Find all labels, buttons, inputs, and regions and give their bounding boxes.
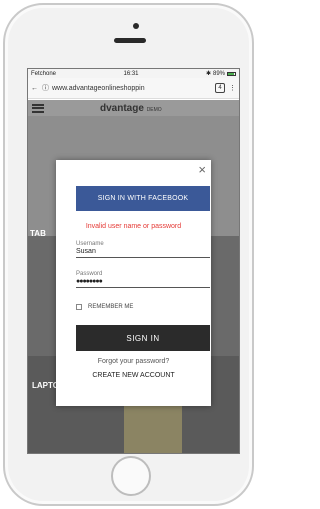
- speaker: [114, 38, 146, 43]
- url-text: www.advantageonlineshoppin: [52, 84, 145, 92]
- battery-percent: 89%: [212, 70, 225, 77]
- remember-me[interactable]: REMEMBER ME: [76, 304, 133, 310]
- remember-label: REMEMBER ME: [88, 304, 134, 310]
- status-bar: Fetchone 16:31 ✱ 89%: [28, 69, 239, 78]
- forgot-password-link[interactable]: Forgot your password?: [56, 358, 211, 365]
- signin-button[interactable]: SIGN IN: [76, 325, 210, 351]
- brand-logo[interactable]: dvantage DEMO: [100, 103, 162, 114]
- phone-frame: Fetchone 16:31 ✱ 89% ← ⓘ www.advantageon…: [3, 3, 254, 506]
- battery-icon: [227, 71, 236, 76]
- remember-checkbox[interactable]: [76, 304, 82, 310]
- home-button[interactable]: [111, 456, 151, 496]
- website-background: dvantage DEMO TAB LAPTOPS × SIGN IN WITH…: [28, 100, 239, 453]
- hamburger-icon[interactable]: [32, 103, 44, 113]
- tab-switcher-button[interactable]: 4: [215, 83, 225, 93]
- address-bar[interactable]: ⓘ www.advantageonlineshoppin: [42, 81, 211, 96]
- error-message: Invalid user name or password: [85, 223, 182, 230]
- screen: Fetchone 16:31 ✱ 89% ← ⓘ www.advantageon…: [27, 68, 240, 454]
- login-dialog: × SIGN IN WITH FACEBOOK Invalid user nam…: [56, 160, 211, 406]
- carrier: Fetchone: [31, 70, 57, 77]
- browser-toolbar: ← ⓘ www.advantageonlineshoppin 4 ⋮: [28, 78, 239, 99]
- mouse-product-image[interactable]: [124, 406, 182, 453]
- info-icon: ⓘ: [42, 85, 49, 92]
- bluetooth-icon: ✱: [205, 71, 211, 77]
- status-right: ✱ 89%: [206, 70, 236, 77]
- close-icon[interactable]: ×: [198, 163, 206, 176]
- menu-icon[interactable]: ⋮: [229, 84, 236, 92]
- username-label: Username: [76, 241, 104, 247]
- facebook-signin-button[interactable]: SIGN IN WITH FACEBOOK: [76, 186, 210, 211]
- clock: 16:31: [123, 70, 139, 77]
- create-account-link[interactable]: CREATE NEW ACCOUNT: [56, 372, 211, 379]
- username-field[interactable]: Susan: [76, 248, 210, 258]
- password-field[interactable]: ●●●●●●●●: [76, 278, 210, 288]
- password-label: Password: [76, 271, 103, 277]
- back-icon[interactable]: ←: [31, 85, 38, 92]
- site-header: dvantage DEMO: [28, 100, 239, 116]
- camera: [133, 23, 139, 29]
